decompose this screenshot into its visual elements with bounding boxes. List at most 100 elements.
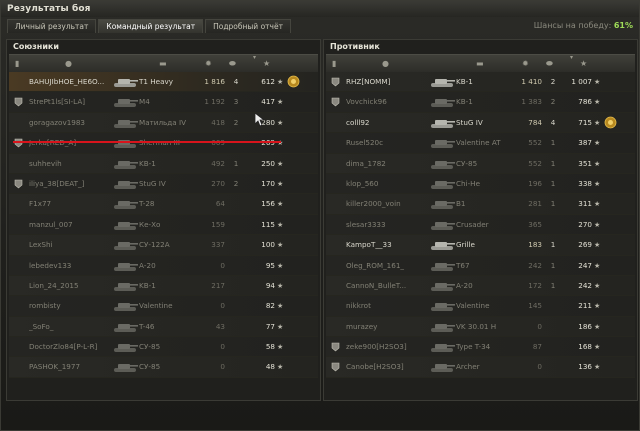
player-row[interactable]: manzul_007 Ке-Хо 159 115 ★ bbox=[9, 214, 318, 236]
player-row[interactable]: murazey VK 30.01 H 0 186 ★ bbox=[326, 316, 635, 338]
player-row[interactable]: iliya_38[DEAT_] StuG IV 270 2 170 ★ bbox=[9, 173, 318, 195]
player-row[interactable]: KampoT__33 Grille 183 1 269 ★ bbox=[326, 235, 635, 256]
tank-name: Valentine bbox=[139, 301, 173, 311]
player-icon[interactable]: ● bbox=[382, 60, 389, 68]
tank-icon[interactable]: ▬ bbox=[476, 60, 484, 68]
xp-star-icon: ★ bbox=[594, 159, 601, 168]
tank-name: Valentine AT bbox=[456, 138, 501, 148]
damage-value: 337 bbox=[211, 240, 225, 250]
platoon-icon[interactable]: ▮ bbox=[15, 60, 19, 68]
damage-value: 196 bbox=[528, 178, 542, 188]
tank-name: B1 bbox=[456, 199, 466, 209]
player-row[interactable]: klop_560 Chi-He 196 1 338 ★ bbox=[326, 173, 635, 195]
tank-name: StuG IV bbox=[139, 178, 166, 188]
player-row[interactable]: Vovchick96 KB-1 1 383 2 786 ★ bbox=[326, 92, 635, 113]
player-name: manzul_007 bbox=[29, 219, 73, 229]
tank-silhouette-icon bbox=[431, 140, 455, 149]
player-row[interactable]: _SoFo_ T-46 43 77 ★ bbox=[9, 316, 318, 338]
tank-name: KB-1 bbox=[139, 158, 156, 168]
xp-star-icon[interactable]: ★ bbox=[263, 60, 270, 68]
player-row[interactable]: colll92 StuG IV 784 4 715 ★ bbox=[326, 112, 635, 134]
xp-value: 311 bbox=[578, 199, 592, 209]
tank-silhouette-icon bbox=[431, 119, 455, 128]
clan-badge-icon bbox=[331, 363, 340, 372]
xp-star-icon: ★ bbox=[277, 98, 284, 107]
damage-value: 365 bbox=[528, 219, 542, 229]
player-name: Lion_24_2015 bbox=[29, 280, 79, 290]
xp-value: 82 bbox=[265, 301, 275, 311]
player-row[interactable]: Lion_24_2015 KB-1 217 94 ★ bbox=[9, 275, 318, 297]
xp-star-icon: ★ bbox=[594, 261, 601, 270]
player-row[interactable]: goragazov1983 Матильда IV 418 2 280 ★ bbox=[9, 112, 318, 134]
player-row[interactable]: Jerka[RED_A] Sherman III609 269★ bbox=[9, 133, 318, 154]
xp-star-icon: ★ bbox=[277, 343, 284, 352]
tab-detailed-report[interactable]: Подробный отчёт bbox=[205, 19, 291, 33]
clan-badge-icon bbox=[14, 179, 23, 189]
damage-value: 609 bbox=[195, 133, 225, 153]
player-row[interactable]: rombisty Valentine 0 82 ★ bbox=[9, 296, 318, 317]
player-name: BAHUJIbHOE_HE6O... bbox=[29, 77, 105, 86]
tab-team-result[interactable]: Командный результат bbox=[98, 19, 204, 33]
tank-silhouette-icon bbox=[114, 323, 138, 332]
tank-name: T-28 bbox=[139, 199, 155, 209]
player-row[interactable]: StrePt1ls[SI-LA] M4 1 192 3 417 ★ bbox=[9, 92, 318, 113]
win-chance-label: Шансы на победу: bbox=[533, 21, 612, 30]
damage-value: 0 bbox=[220, 362, 225, 372]
xp-value: 351 bbox=[578, 158, 592, 168]
damage-icon[interactable]: ✹ bbox=[522, 60, 529, 68]
player-row[interactable]: F1x77 T-28 64 156 ★ bbox=[9, 194, 318, 215]
tank-silhouette-icon bbox=[114, 201, 138, 210]
tank-silhouette-icon bbox=[114, 282, 138, 291]
player-row[interactable]: nikkrot Valentine 145 211 ★ bbox=[326, 296, 635, 317]
player-row[interactable]: killer2000_voin B1 281 1 311 ★ bbox=[326, 194, 635, 215]
player-row[interactable]: dima_1782 СУ-85 552 1 351 ★ bbox=[326, 153, 635, 174]
player-row[interactable]: Canobe[H2SO3] Archer 0 136 ★ bbox=[326, 357, 635, 378]
player-row[interactable]: BAHUJIbHOE_HE6O... T1 Heavy 1 816 4 612 ★ bbox=[9, 72, 318, 93]
xp-value: 156 bbox=[261, 199, 275, 209]
tank-silhouette-icon bbox=[114, 221, 138, 230]
player-row[interactable]: Oleg_ROM_161_ T67 242 1 247 ★ bbox=[326, 255, 635, 276]
xp-value: 269 bbox=[247, 133, 275, 153]
medal-icon[interactable] bbox=[604, 113, 618, 129]
player-icon[interactable]: ● bbox=[65, 60, 72, 68]
medal-icon[interactable] bbox=[287, 72, 301, 88]
kills-icon[interactable]: ⬬ bbox=[546, 60, 553, 68]
xp-star-icon: ★ bbox=[277, 139, 284, 148]
player-row[interactable]: LexShi СУ-122А 337 100 ★ bbox=[9, 235, 318, 256]
damage-value: 1 816 bbox=[204, 77, 225, 86]
player-row[interactable]: lebedev133 А-20 0 95 ★ bbox=[9, 255, 318, 276]
tank-name: M4 bbox=[139, 97, 150, 107]
tank-name: СУ-85 bbox=[139, 362, 161, 372]
sort-chevron-icon[interactable]: ▾ bbox=[253, 54, 256, 62]
xp-value: 136 bbox=[578, 362, 592, 372]
player-name: zeke900[H2SO3] bbox=[346, 342, 407, 352]
tank-silhouette-icon bbox=[431, 99, 455, 108]
player-row[interactable]: PASHOK_1977 СУ-85 0 48 ★ bbox=[9, 357, 318, 378]
xp-star-icon[interactable]: ★ bbox=[580, 60, 587, 68]
tank-name: T1 Heavy bbox=[139, 77, 173, 86]
xp-value: 417 bbox=[261, 97, 275, 107]
tank-silhouette-icon bbox=[431, 160, 455, 169]
xp-value: 168 bbox=[578, 342, 592, 352]
platoon-icon[interactable]: ▮ bbox=[332, 60, 336, 68]
tank-name: СУ-85 bbox=[456, 158, 478, 168]
player-row[interactable]: zeke900[H2SO3] Type T-34 87 168 ★ bbox=[326, 337, 635, 358]
sort-chevron-icon[interactable]: ▾ bbox=[570, 54, 573, 62]
player-name: PASHOK_1977 bbox=[29, 362, 81, 372]
player-name: _SoFo_ bbox=[29, 321, 54, 331]
tab-personal-result[interactable]: Личный результат bbox=[7, 19, 97, 33]
player-row[interactable]: DoctorZlo84[P-L-R] СУ-85 0 58 ★ bbox=[9, 337, 318, 358]
player-row[interactable]: suhhevih KB-1 492 1 250 ★ bbox=[9, 153, 318, 174]
damage-icon[interactable]: ✹ bbox=[205, 60, 212, 68]
damage-value: 418 bbox=[211, 117, 225, 127]
player-row[interactable]: slesar3333 Crusader 365 270 ★ bbox=[326, 214, 635, 236]
player-row[interactable]: Rusel520c Valentine AT 552 1 387 ★ bbox=[326, 133, 635, 154]
kills-value: 1 bbox=[550, 158, 556, 168]
player-row[interactable]: RHZ[NOMM] KB-1 1 410 2 1 007 ★ bbox=[326, 72, 635, 93]
player-name: Canobe[H2SO3] bbox=[346, 362, 404, 372]
xp-star-icon: ★ bbox=[277, 261, 284, 270]
xp-value: 250 bbox=[261, 158, 275, 168]
tank-icon[interactable]: ▬ bbox=[159, 60, 167, 68]
kills-icon[interactable]: ⬬ bbox=[229, 60, 236, 68]
player-row[interactable]: CannoN_BulleT... А-20 172 1 242 ★ bbox=[326, 275, 635, 297]
